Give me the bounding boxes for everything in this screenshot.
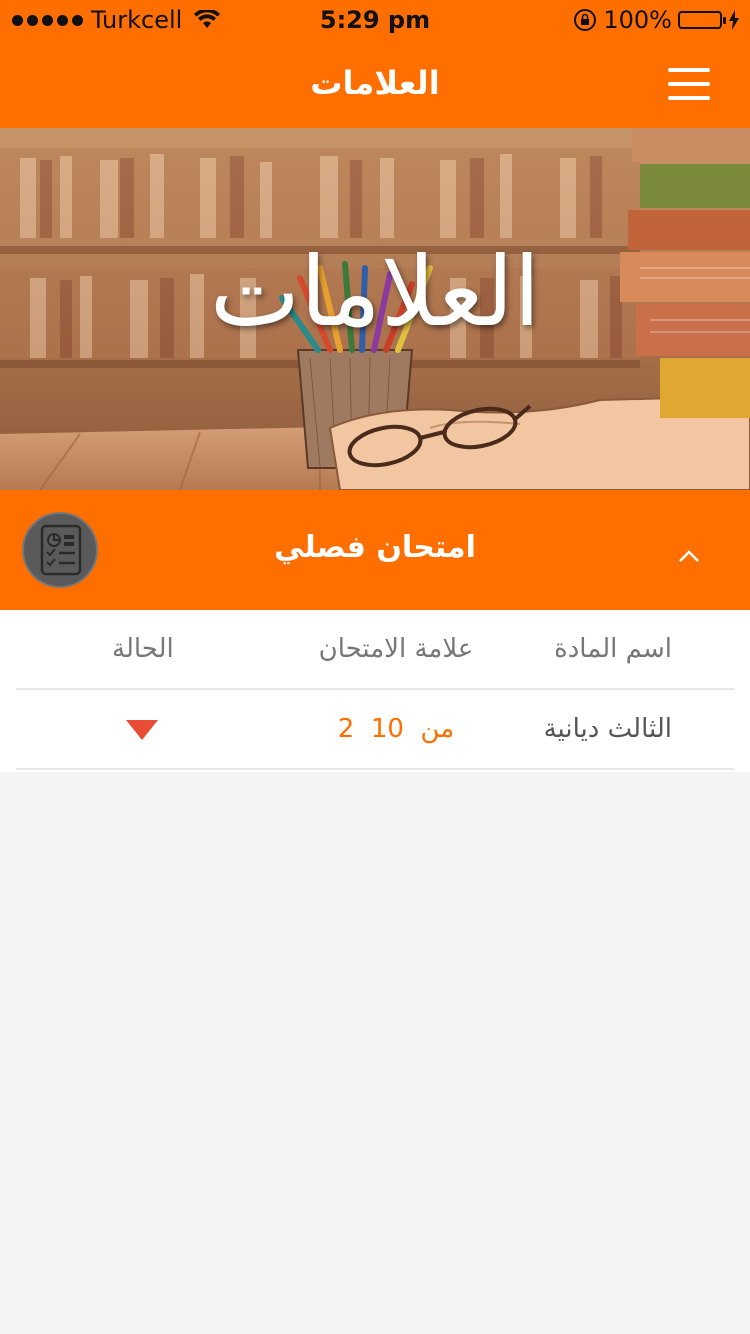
header-subject: اسم المادة bbox=[554, 634, 672, 664]
menu-button[interactable] bbox=[668, 68, 710, 102]
triangle-down-icon bbox=[126, 720, 158, 740]
rotation-lock-icon bbox=[574, 9, 597, 31]
exam-section-header[interactable]: امتحان فصلي bbox=[0, 490, 750, 610]
chevron-up-icon[interactable] bbox=[678, 545, 700, 567]
cell-subject: الثالث ديانية bbox=[543, 714, 672, 744]
page-title: العلامات bbox=[310, 64, 440, 102]
battery-percent: 100% bbox=[603, 6, 672, 34]
grades-table: اسم المادة علامة الامتحان الحالة الثالث … bbox=[0, 610, 750, 772]
header-grade: علامة الامتحان bbox=[318, 634, 474, 664]
charging-bolt-icon bbox=[729, 10, 739, 30]
status-bar: Turkcell 5:29 pm 100% bbox=[0, 0, 750, 40]
status-right: 100% bbox=[573, 6, 740, 34]
battery-icon bbox=[678, 11, 726, 29]
cell-grade: 2 من 10 bbox=[337, 714, 455, 744]
hamburger-menu-icon bbox=[668, 68, 710, 72]
table-header-row: اسم المادة علامة الامتحان الحالة bbox=[16, 610, 734, 690]
navigation-bar: العلامات bbox=[0, 40, 750, 128]
hero-banner: العلامات bbox=[0, 128, 750, 490]
table-row[interactable]: الثالث ديانية 2 من 10 bbox=[16, 690, 734, 770]
section-title: امتحان فصلي bbox=[274, 530, 476, 565]
header-status: الحالة bbox=[112, 634, 174, 664]
hero-title: العلامات bbox=[209, 236, 541, 348]
divider bbox=[16, 768, 734, 770]
